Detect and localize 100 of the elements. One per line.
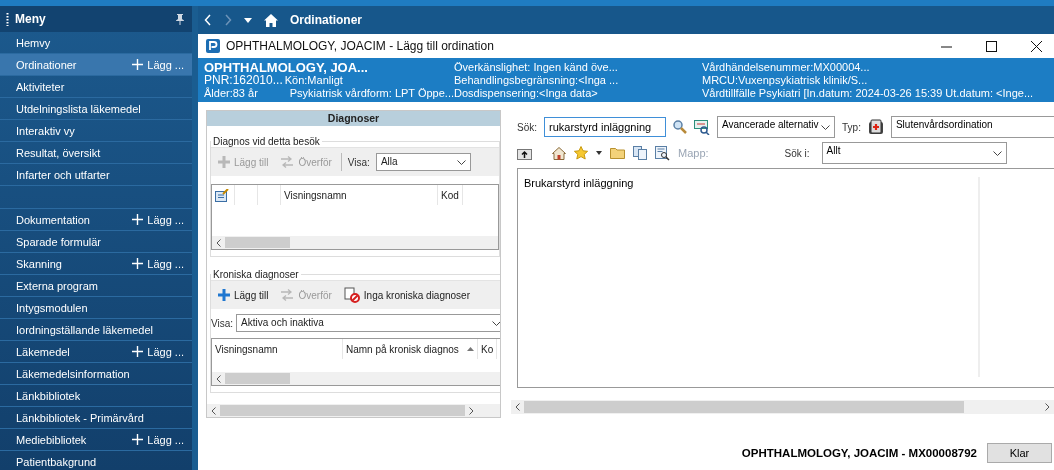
add-link[interactable]: Lägg ... [132,213,184,226]
treatment-limit-text: Behandlingsbegränsning:<Inga ... [454,74,620,87]
chevron-down-icon [492,320,500,326]
caret-icon[interactable] [244,17,252,23]
star-icon[interactable] [574,146,588,160]
menu-item-label: Läkemedel [16,345,71,358]
group-title: Kroniska diagnoser [212,269,300,280]
menu-item-label: Utdelningslista läkemedel [16,102,142,115]
menu-item-label: Resultat, översikt [16,146,102,159]
search-in-label: Sök i: [784,147,810,159]
scroll-right-icon[interactable] [1045,403,1050,411]
column-header[interactable]: Namn på kronisk diagnos [343,339,478,359]
swap-arrows-icon [280,289,295,301]
result-item[interactable]: Brukarstyrd inläggning [524,177,634,190]
close-icon[interactable] [1031,40,1042,52]
page-title: Ordinationer [290,13,362,27]
menu-item[interactable]: Skanning Lägg ... [0,253,192,275]
care-episode-text: Vårdtillfälle Psykiatri [In.datum: 2024-03-26 15:39 Ut.datum: <Inge... [702,87,1034,100]
window-title: OPHTHALMOLOGY, JOACIM - Lägg till ordination [226,39,494,53]
maximize-icon[interactable] [986,40,997,52]
menu-item-label: Skanning [16,257,63,270]
column-header[interactable]: Kod [438,185,463,205]
horizontal-scrollbar[interactable] [511,400,1054,414]
scroll-left-icon[interactable] [211,406,216,415]
scroll-left-icon[interactable] [216,374,221,383]
gender-text: Kön:Manligt [284,74,343,87]
unit-text: MRCU:Vuxenpsykiatrisk klinik/S... [702,74,869,87]
folder-icon[interactable] [610,147,625,159]
back-icon[interactable] [204,14,212,26]
type-field[interactable]: Slutenvårdsordination [890,116,1054,138]
scroll-left-icon[interactable] [515,403,520,411]
show-label: Visa: [347,156,370,168]
edit-document-icon [215,188,229,202]
toolbar-button[interactable]: Inga kroniska diagnoser [340,287,473,303]
menu-item-label: Hemvy [16,36,52,49]
menu-item[interactable]: Läkemedel Lägg ... [0,341,192,363]
horizontal-scrollbar[interactable] [212,372,500,385]
age-text: Ålder:83 år [204,87,259,100]
show-dropdown[interactable]: Aktiva och inaktiva [236,314,500,332]
plus-icon [132,434,144,445]
scroll-right-icon[interactable] [469,406,474,415]
care-form-text: Psykiatrisk vårdform: LPT Öppe... [289,87,454,100]
dose-dispensing-text: Dosdispensering:<Inga data> [454,87,599,100]
folder-up-icon[interactable] [517,146,532,160]
show-label: Visa: [211,317,234,329]
menu-item-label: Dokumentation [16,213,91,226]
menu-item[interactable]: Dokumentation Lägg ... [0,209,192,231]
type-label: Typ: [842,121,861,133]
medical-kit-icon [867,119,884,135]
add-link[interactable]: Lägg ... [132,345,184,358]
menu-item-label: Infarter och utfarter [16,168,111,181]
search-field[interactable]: rukarstyrd inläggning [544,117,666,137]
caret-icon[interactable] [596,151,602,155]
document-blocked-icon [343,287,360,303]
column-header[interactable]: Ko [478,339,498,359]
swap-arrows-icon [280,156,295,168]
search-in-dropdown[interactable]: Allt [821,142,1007,164]
copy-icon[interactable] [633,146,647,160]
home-icon[interactable] [264,13,278,27]
done-button[interactable]: Klar [987,443,1052,463]
allergy-text: Överkänslighet: Ingen känd öve... [454,61,619,74]
panel-header: Diagnoser [207,111,500,126]
menu-item-label: Mediebibliotek [16,433,88,446]
event-number-text: Vårdhändelsenummer:MX00004... [702,61,871,74]
menu-item-label: Länkbibliotek [16,389,82,402]
toolbar-button[interactable]: Lägg till [215,289,272,301]
horizontal-scrollbar[interactable] [212,236,498,249]
menu-item-label: Externa program [16,279,99,292]
plus-icon [218,156,230,168]
menu-item[interactable]: Mediebibliotek Lägg ... [0,429,192,451]
plus-icon [132,59,144,70]
app-logo-icon [206,39,220,53]
menu-item-label: Läkemedelsinformation [16,367,131,380]
search-list-icon[interactable] [694,119,710,135]
home-icon[interactable] [552,146,566,160]
pin-icon[interactable] [176,13,184,25]
menu-title: Meny [15,12,47,26]
search-document-icon[interactable] [655,145,670,161]
patient-name: OPHTHALMOLOGY, JOA... [204,61,369,74]
plus-icon [132,258,144,269]
menu-item-label: Patientbakgrund [16,455,98,468]
menu-item-label: Aktiviteter [16,80,66,93]
add-link[interactable]: Lägg ... [132,257,184,270]
advanced-options-dropdown[interactable]: Avancerade alternativ [717,116,835,138]
chevron-down-icon [821,124,830,130]
horizontal-scrollbar[interactable] [207,404,500,417]
add-link[interactable]: Lägg ... [132,58,184,71]
grip-icon [6,12,9,26]
menu-item-label: Intygsmodulen [16,301,89,314]
column-header[interactable]: Visningsnamn [212,339,343,359]
show-dropdown[interactable]: Alla [375,153,471,171]
scroll-left-icon[interactable] [216,238,221,247]
add-link[interactable]: Lägg ... [132,433,184,446]
group-title: Diagnos vid detta besök [212,136,321,147]
menu-item[interactable]: Ordinationer Lägg ... [0,54,192,76]
plus-icon [132,346,144,357]
magnifier-icon[interactable] [673,120,687,134]
chevron-down-icon [992,150,1002,156]
column-header[interactable]: Visningsnamn [281,185,438,205]
search-label: Sök: [517,121,537,133]
